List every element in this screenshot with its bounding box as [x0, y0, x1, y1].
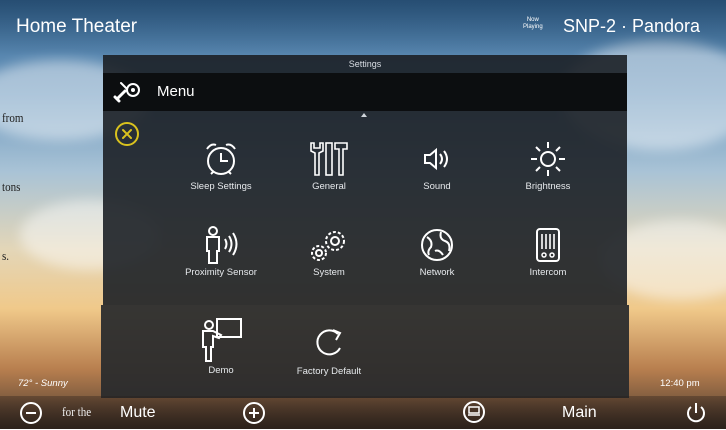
tile-label: Intercom: [529, 267, 567, 278]
tile-intercom[interactable]: Intercom: [500, 225, 596, 278]
alarm-clock-icon: [206, 143, 236, 175]
tile-label: Network: [419, 267, 455, 278]
plus-icon: [249, 408, 259, 418]
minus-icon: [26, 412, 36, 414]
speaker-icon: [424, 147, 448, 171]
tile-label: Demo: [208, 365, 234, 376]
intercom-icon: [536, 228, 560, 262]
caret-up-icon: [361, 113, 367, 117]
weather-readout[interactable]: 72° - Sunny: [18, 378, 68, 389]
tile-label: Factory Default: [296, 366, 362, 377]
tile-system[interactable]: System: [281, 225, 377, 278]
edge-text: s.: [2, 248, 10, 263]
presenter-icon: [202, 318, 242, 362]
tile-network[interactable]: Network: [389, 225, 485, 278]
tile-label: Brightness: [525, 181, 571, 192]
power-button[interactable]: [684, 401, 706, 423]
sun-icon: [531, 142, 565, 176]
menu-label: Menu: [157, 83, 195, 100]
tile-label: General: [312, 181, 346, 192]
tile-demo[interactable]: Demo: [173, 315, 269, 376]
dialog-title: Settings: [348, 59, 382, 69]
settings-wrench-icon: [113, 79, 145, 110]
reset-icon: [316, 329, 342, 356]
edge-text: for the: [62, 404, 92, 419]
app-title: Home Theater: [16, 16, 138, 37]
close-button[interactable]: [115, 122, 139, 146]
edge-text: tons: [2, 179, 21, 194]
tools-icon: [310, 142, 348, 176]
main-button[interactable]: Main: [562, 404, 597, 422]
volume-up-button[interactable]: [243, 402, 265, 424]
tile-proximity-sensor[interactable]: Proximity Sensor: [173, 225, 269, 278]
bottom-bar: [0, 396, 726, 429]
now-playing-line2: Playing: [523, 24, 543, 30]
source-button[interactable]: [463, 401, 485, 423]
mute-button[interactable]: Mute: [120, 404, 156, 422]
tile-label: System: [313, 267, 345, 278]
volume-down-button[interactable]: [20, 402, 42, 424]
clock-readout: 12:40 pm: [660, 378, 700, 389]
tile-label: Sound: [423, 181, 451, 192]
tile-factory-default[interactable]: Factory Default: [281, 320, 377, 377]
now-playing-line1: Now: [526, 17, 539, 23]
menu-bar[interactable]: Menu: [103, 73, 627, 111]
tray-icon: [468, 406, 480, 416]
tile-label: Proximity Sensor: [185, 267, 257, 278]
gears-icon: [311, 231, 345, 261]
globe-icon: [421, 229, 453, 261]
edge-text: from: [2, 110, 24, 125]
tile-sleep-settings[interactable]: Sleep Settings: [173, 139, 269, 192]
current-source[interactable]: SNP-2 · Pandora: [563, 16, 700, 37]
tile-label: Sleep Settings: [190, 181, 252, 192]
proximity-icon: [206, 226, 238, 264]
tile-sound[interactable]: Sound: [389, 139, 485, 192]
tile-brightness[interactable]: Brightness: [500, 139, 596, 192]
tile-general[interactable]: General: [281, 139, 377, 192]
close-icon: [122, 129, 132, 139]
power-icon: [687, 403, 705, 423]
now-playing-badge[interactable]: Now Playing: [523, 17, 543, 31]
